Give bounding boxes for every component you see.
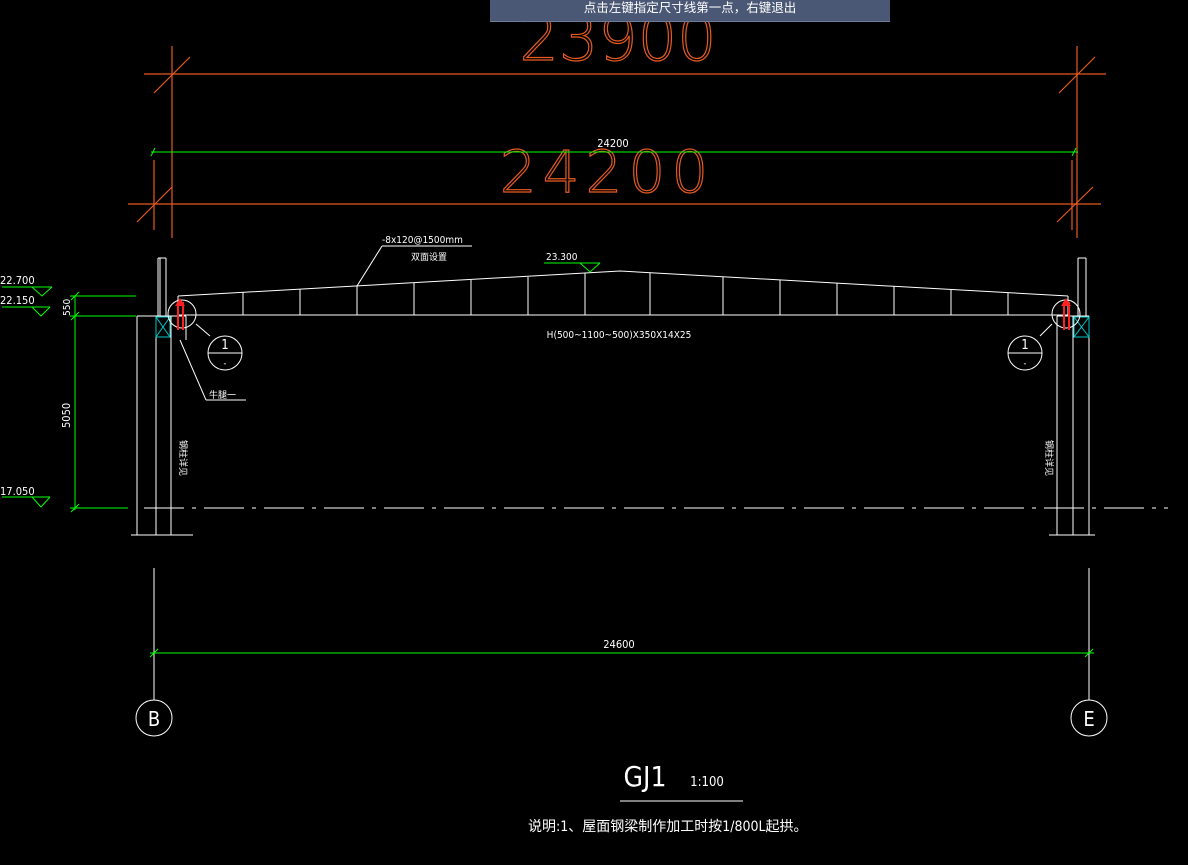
detail-callout-right[interactable]: 1 - [1007, 323, 1053, 371]
command-prompt-bar: 点击左键指定尺寸线第一点，右键退出 [490, 0, 890, 22]
svg-text:1: 1 [1021, 338, 1028, 353]
drawing-scale: 1:100 [690, 775, 724, 790]
beam-stiffeners [242, 273, 1009, 315]
right-column-note: 钢柱详见 [1043, 440, 1055, 476]
svg-text:1: 1 [221, 338, 228, 353]
svg-text:B: B [148, 707, 160, 731]
stiffener-label: -8x120@1500mm [382, 235, 463, 246]
bracket-label: 牛腿一 [209, 389, 236, 401]
left-column[interactable] [131, 257, 193, 536]
drawing-title: GJ1 [624, 760, 667, 793]
axis-bubble-b[interactable]: B [135, 699, 173, 737]
right-column[interactable] [1049, 257, 1095, 536]
dim-24600-text: 24600 [603, 638, 634, 651]
svg-text:E: E [1083, 707, 1094, 731]
svg-text:-: - [1024, 359, 1027, 369]
right-connection [1051, 298, 1081, 330]
ridge-elevation-text: 23.300 [546, 252, 578, 263]
ridge-elevation-mark [544, 262, 601, 273]
explanation-note: 说明:1、屋面钢梁制作加工时按1/800L起拱。 [528, 819, 808, 835]
axis-bubble-e[interactable]: E [1070, 699, 1108, 737]
dim-550-text: 550 [62, 299, 73, 316]
left-column-note: 钢柱详见 [177, 440, 189, 476]
dim-5050-text: 5050 [60, 403, 73, 428]
elevation-22150: 22.150 [0, 294, 35, 307]
roof-beam[interactable] [177, 270, 1069, 316]
cad-drawing-area[interactable]: 23900 24200 24200 1 - 1 - 牛腿一 -8x120@150… [0, 0, 1188, 865]
elevation-17050: 17.050 [0, 485, 35, 498]
dim-24200-small-text: 24200 [597, 137, 628, 150]
left-connection [167, 298, 197, 330]
beam-section-label: H(500~1100~500)X350X14X25 [547, 330, 692, 341]
left-elevation-dims[interactable] [2, 286, 136, 513]
axis-lines [153, 568, 1090, 700]
detail-callout-left[interactable]: 1 - [195, 323, 243, 371]
stiffener-sub-label: 双面设置 [411, 252, 447, 263]
elevation-22700: 22.700 [0, 274, 35, 287]
svg-text:-: - [224, 359, 227, 369]
